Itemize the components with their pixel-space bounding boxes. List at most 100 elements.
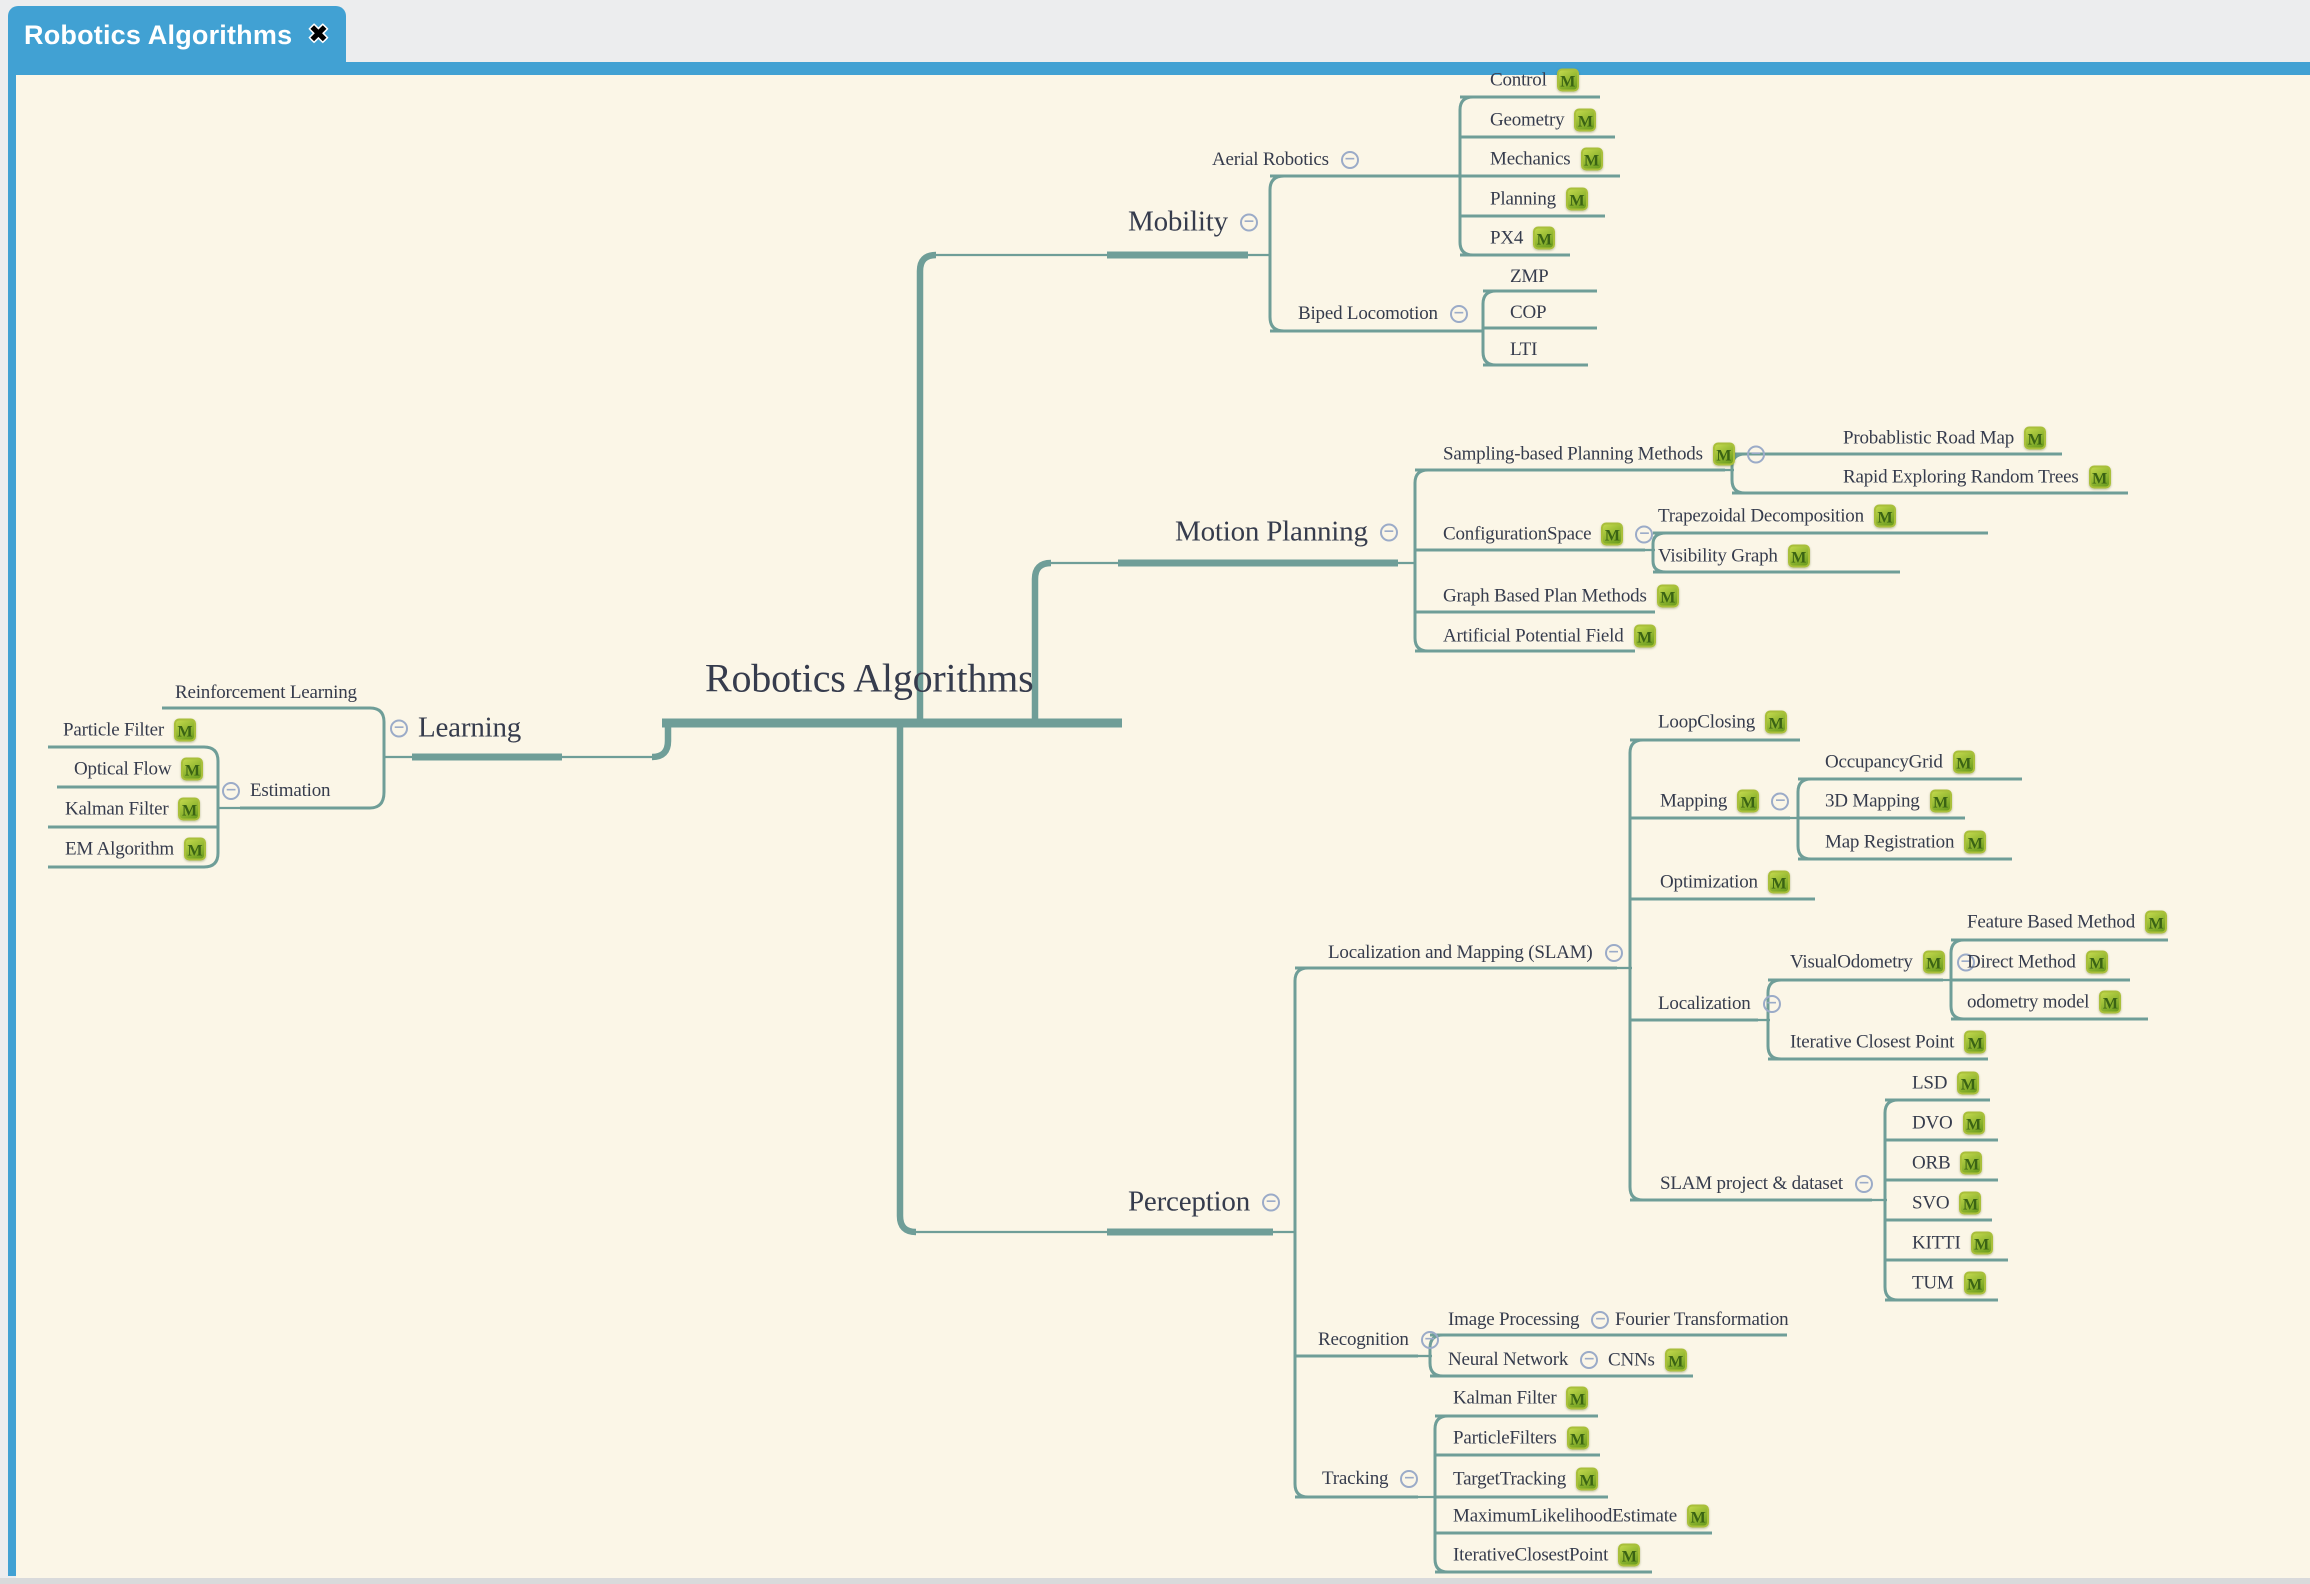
markdown-note-icon[interactable]: M <box>184 838 206 861</box>
markdown-note-icon[interactable]: M <box>1964 831 1986 854</box>
collapse-icon[interactable]: − <box>1605 944 1623 962</box>
node-cop[interactable]: COP <box>1510 302 1546 324</box>
node-biped[interactable]: Biped Locomotion− <box>1298 303 1468 325</box>
markdown-note-icon[interactable]: M <box>1665 1349 1687 1372</box>
markdown-note-icon[interactable]: M <box>2024 427 2046 450</box>
markdown-note-icon[interactable]: M <box>1923 951 1945 974</box>
markdown-note-icon[interactable]: M <box>1964 1272 1986 1295</box>
node-lsd[interactable]: LSDM <box>1912 1072 1979 1095</box>
node-neural[interactable]: Neural Network− <box>1448 1349 1598 1371</box>
node-vo[interactable]: VisualOdometryM− <box>1790 951 1975 974</box>
markdown-note-icon[interactable]: M <box>1634 625 1656 648</box>
node-feature[interactable]: Feature Based MethodM <box>1967 911 2167 934</box>
markdown-note-icon[interactable]: M <box>1874 505 1896 528</box>
markdown-note-icon[interactable]: M <box>1687 1505 1709 1528</box>
collapse-icon[interactable]: − <box>222 782 240 800</box>
node-imgproc[interactable]: Image Processing− <box>1448 1309 1609 1331</box>
node-zmp[interactable]: ZMP <box>1510 266 1548 288</box>
node-tracking[interactable]: Tracking− <box>1322 1468 1418 1490</box>
markdown-note-icon[interactable]: M <box>1657 585 1679 608</box>
markdown-note-icon[interactable]: M <box>1959 1192 1981 1215</box>
node-motion[interactable]: Motion Planning− <box>1175 516 1398 549</box>
collapse-icon[interactable]: − <box>1855 1175 1873 1193</box>
node-tum[interactable]: TUMM <box>1912 1272 1986 1295</box>
node-mobility[interactable]: Mobility− <box>1128 206 1258 239</box>
node-mapping3d[interactable]: 3D MappingM <box>1825 790 1952 813</box>
node-cnns[interactable]: CNNsM <box>1608 1349 1687 1372</box>
markdown-note-icon[interactable]: M <box>2089 466 2111 489</box>
node-icp[interactable]: Iterative Closest PointM <box>1790 1031 1986 1054</box>
node-estimation[interactable]: −Estimation <box>222 780 330 802</box>
node-planning[interactable]: PlanningM <box>1490 188 1588 211</box>
markdown-note-icon[interactable]: M <box>178 798 200 821</box>
node-mapreg[interactable]: Map RegistrationM <box>1825 831 1986 854</box>
node-graphbased[interactable]: Graph Based Plan MethodsM <box>1443 585 1679 608</box>
markdown-note-icon[interactable]: M <box>1963 1112 1985 1135</box>
markdown-note-icon[interactable]: M <box>1713 443 1735 466</box>
node-loopclosing[interactable]: LoopClosingM <box>1658 711 1787 734</box>
node-odometry[interactable]: odometry modelM <box>1967 991 2121 1014</box>
collapse-icon[interactable]: − <box>1771 792 1789 810</box>
node-kitti[interactable]: KITTIM <box>1912 1232 1993 1255</box>
node-direct[interactable]: Direct MethodM <box>1967 951 2108 974</box>
collapse-icon[interactable]: − <box>1591 1311 1609 1329</box>
markdown-note-icon[interactable]: M <box>1971 1232 1993 1255</box>
collapse-icon[interactable]: − <box>1240 213 1258 231</box>
markdown-note-icon[interactable]: M <box>2086 951 2108 974</box>
markdown-note-icon[interactable]: M <box>1581 148 1603 171</box>
node-rl[interactable]: Reinforcement Learning <box>175 682 357 704</box>
node-kalman_tr[interactable]: Kalman FilterM <box>1453 1387 1588 1410</box>
markdown-note-icon[interactable]: M <box>1737 790 1759 813</box>
node-slamproj[interactable]: SLAM project & dataset− <box>1660 1173 1873 1195</box>
markdown-note-icon[interactable]: M <box>1533 227 1555 250</box>
collapse-icon[interactable]: − <box>1450 305 1468 323</box>
node-configspace[interactable]: ConfigurationSpaceM− <box>1443 523 1653 546</box>
node-visibility[interactable]: Visibility GraphM <box>1658 545 1810 568</box>
node-slam[interactable]: Localization and Mapping (SLAM)− <box>1328 942 1623 964</box>
markdown-note-icon[interactable]: M <box>1574 109 1596 132</box>
node-mle[interactable]: MaximumLikelihoodEstimateM <box>1453 1505 1709 1528</box>
collapse-icon[interactable]: − <box>1400 1470 1418 1488</box>
collapse-icon[interactable]: − <box>1580 1351 1598 1369</box>
collapse-icon[interactable]: − <box>1380 523 1398 541</box>
node-rert[interactable]: Rapid Exploring Random TreesM <box>1843 466 2111 489</box>
node-aerial[interactable]: Aerial Robotics− <box>1212 149 1359 171</box>
node-apf[interactable]: Artificial Potential FieldM <box>1443 625 1656 648</box>
markdown-note-icon[interactable]: M <box>1788 545 1810 568</box>
node-root[interactable]: Robotics Algorithms <box>705 655 1033 702</box>
node-learning[interactable]: −Learning <box>390 712 521 745</box>
markdown-note-icon[interactable]: M <box>2099 991 2121 1014</box>
collapse-icon[interactable]: − <box>1763 995 1781 1013</box>
node-particlefilters[interactable]: ParticleFiltersM <box>1453 1427 1589 1450</box>
collapse-icon[interactable]: − <box>1421 1331 1439 1349</box>
markdown-note-icon[interactable]: M <box>1567 1427 1589 1450</box>
markdown-note-icon[interactable]: M <box>1576 1468 1598 1491</box>
node-perception[interactable]: Perception− <box>1128 1186 1280 1219</box>
node-targettracking[interactable]: TargetTrackingM <box>1453 1468 1598 1491</box>
markdown-note-icon[interactable]: M <box>1957 1072 1979 1095</box>
markdown-note-icon[interactable]: M <box>1960 1152 1982 1175</box>
node-px4[interactable]: PX4M <box>1490 227 1555 250</box>
markdown-note-icon[interactable]: M <box>1768 871 1790 894</box>
node-trapezoidal[interactable]: Trapezoidal DecompositionM <box>1658 505 1896 528</box>
collapse-icon[interactable]: − <box>1262 1193 1280 1211</box>
node-particle[interactable]: Particle FilterM <box>63 719 196 742</box>
node-orb[interactable]: ORBM <box>1912 1152 1982 1175</box>
node-kalman_est[interactable]: Kalman FilterM <box>65 798 200 821</box>
collapse-icon[interactable]: − <box>390 719 408 737</box>
markdown-note-icon[interactable]: M <box>1557 69 1579 92</box>
node-fourier[interactable]: Fourier Transformation <box>1615 1309 1788 1331</box>
node-recognition[interactable]: Recognition− <box>1318 1329 1439 1351</box>
markdown-note-icon[interactable]: M <box>1601 523 1623 546</box>
markdown-note-icon[interactable]: M <box>2145 911 2167 934</box>
collapse-icon[interactable]: − <box>1341 151 1359 169</box>
node-optical[interactable]: Optical FlowM <box>74 758 203 781</box>
markdown-note-icon[interactable]: M <box>1964 1031 1986 1054</box>
markdown-note-icon[interactable]: M <box>174 719 196 742</box>
node-localization[interactable]: Localization− <box>1658 993 1781 1015</box>
node-svo[interactable]: SVOM <box>1912 1192 1981 1215</box>
collapse-icon[interactable]: − <box>1635 525 1653 543</box>
markdown-note-icon[interactable]: M <box>1765 711 1787 734</box>
markdown-note-icon[interactable]: M <box>1930 790 1952 813</box>
node-icp2[interactable]: IterativeClosestPointM <box>1453 1544 1640 1567</box>
